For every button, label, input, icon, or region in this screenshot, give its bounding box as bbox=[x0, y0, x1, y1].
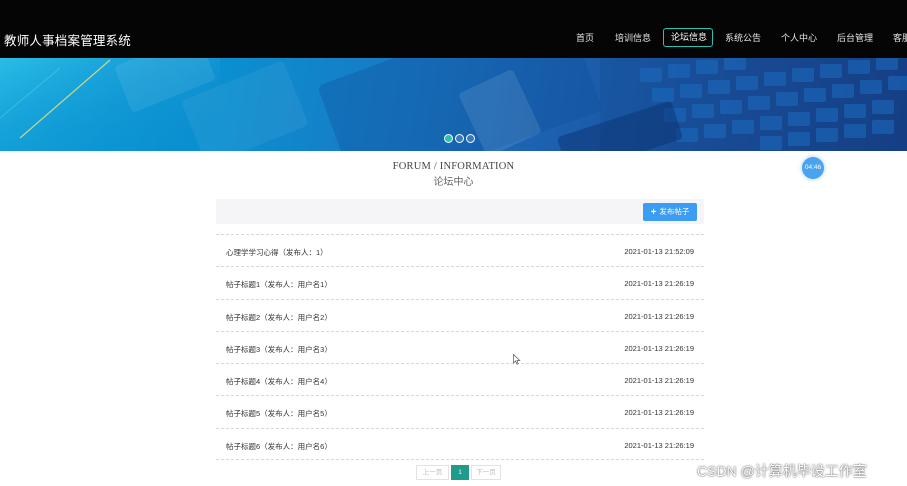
post-time: 2021-01-13 21:26:19 bbox=[624, 376, 694, 386]
post-title[interactable]: 心理学学习心得（发布人：1） bbox=[226, 247, 328, 258]
list-item[interactable]: 帖子标题2（发布人：用户名2） 2021-01-13 21:26:19 bbox=[216, 298, 704, 331]
post-time: 2021-01-13 21:26:19 bbox=[624, 311, 694, 321]
post-time: 2021-01-13 21:52:09 bbox=[624, 247, 694, 256]
post-title[interactable]: 帖子标题2（发布人：用户名2） bbox=[226, 312, 332, 323]
nav-item-forum[interactable]: 论坛信息 bbox=[663, 28, 713, 47]
mouse-cursor-icon bbox=[513, 354, 521, 365]
list-item[interactable]: 帖子标题3（发布人：用户名3） 2021-01-13 21:26:19 bbox=[216, 330, 704, 363]
post-time: 2021-01-13 21:26:19 bbox=[624, 279, 694, 289]
carousel-indicators bbox=[0, 134, 907, 148]
post-time: 2021-01-13 21:26:19 bbox=[624, 343, 694, 353]
page-number-current[interactable]: 1 bbox=[451, 465, 469, 480]
forum-post-list: 心理学学习心得（发布人：1） 2021-01-13 21:52:09 帖子标题1… bbox=[216, 234, 704, 461]
nav-item-support[interactable]: 客服 bbox=[893, 28, 907, 48]
nav-item-announcements[interactable]: 系统公告 bbox=[725, 28, 761, 48]
section-title-cn: 论坛中心 bbox=[433, 177, 474, 188]
post-title[interactable]: 帖子标题5（发布人：用户名5） bbox=[226, 408, 332, 419]
post-title[interactable]: 帖子标题3（发布人：用户名3） bbox=[226, 344, 332, 355]
carousel-dot-1[interactable] bbox=[444, 134, 453, 143]
prev-page-button[interactable]: 上一页 bbox=[416, 465, 449, 480]
list-item[interactable]: 帖子标题5（发布人：用户名5） 2021-01-13 21:26:19 bbox=[216, 395, 704, 427]
post-title[interactable]: 帖子标题6（发布人：用户名6） bbox=[226, 441, 332, 452]
list-item[interactable]: 帖子标题1（发布人：用户名1） 2021-01-13 21:26:19 bbox=[216, 266, 704, 298]
top-navbar: 教师人事档案管理系统 首页 培训信息 论坛信息 系统公告 个人中心 后台管理 客… bbox=[0, 0, 907, 58]
post-time: 2021-01-13 21:26:19 bbox=[624, 440, 694, 450]
main-nav: 首页 培训信息 论坛信息 系统公告 个人中心 后台管理 客服 bbox=[0, 28, 907, 50]
post-title[interactable]: 帖子标题4（发布人：用户名4） bbox=[226, 376, 332, 387]
list-item[interactable]: 帖子标题6（发布人：用户名6） 2021-01-13 21:26:19 bbox=[216, 427, 704, 461]
timer-badge[interactable]: 04:46 bbox=[802, 157, 824, 179]
nav-item-home[interactable]: 首页 bbox=[575, 28, 595, 48]
publish-post-label: 发布帖子 bbox=[659, 207, 690, 216]
nav-item-training[interactable]: 培训信息 bbox=[615, 28, 651, 48]
nav-item-admin[interactable]: 后台管理 bbox=[837, 28, 873, 48]
post-title[interactable]: 帖子标题1（发布人：用户名1） bbox=[226, 279, 332, 290]
publish-post-button[interactable]: + 发布帖子 bbox=[643, 203, 697, 221]
next-page-button[interactable]: 下一页 bbox=[471, 465, 501, 480]
list-item[interactable]: 帖子标题4（发布人：用户名4） 2021-01-13 21:26:19 bbox=[216, 363, 704, 395]
carousel-dot-2[interactable] bbox=[455, 134, 464, 143]
section-title-en: FORUM / INFORMATION bbox=[392, 161, 515, 172]
post-time: 2021-01-13 21:26:19 bbox=[624, 408, 694, 418]
nav-item-profile[interactable]: 个人中心 bbox=[781, 28, 817, 48]
list-item[interactable]: 心理学学习心得（发布人：1） 2021-01-13 21:52:09 bbox=[216, 234, 704, 266]
carousel-dot-3[interactable] bbox=[466, 134, 475, 143]
plus-icon: + bbox=[650, 207, 657, 218]
forum-toolbar: + 发布帖子 bbox=[216, 199, 704, 224]
watermark: CSDN @计算机毕设工作室 bbox=[697, 463, 867, 479]
